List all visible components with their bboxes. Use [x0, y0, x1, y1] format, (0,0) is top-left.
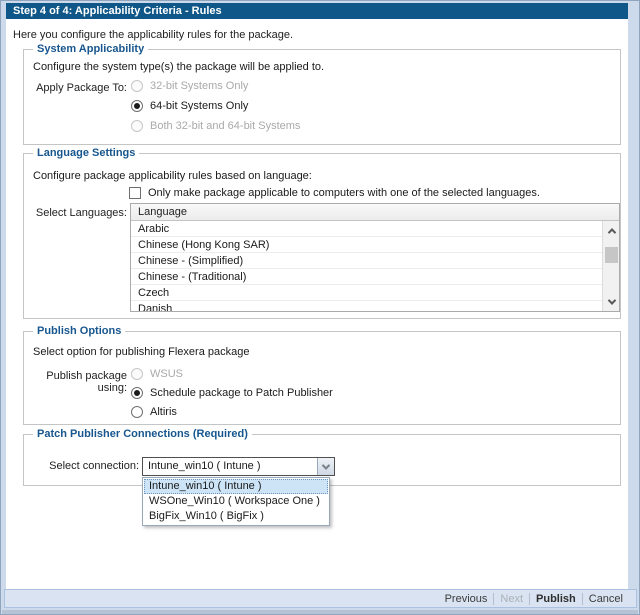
language-filter-checkbox-label: Only make package applicable to computer…: [148, 187, 540, 199]
footer-divider: [529, 593, 530, 605]
dropdown-item-bigfix[interactable]: BigFix_Win10 ( BigFix ): [144, 509, 328, 524]
publish-button[interactable]: Publish: [536, 593, 576, 605]
radio-label-wsus: WSUS: [150, 368, 183, 380]
wizard-title: Step 4 of 4: Applicability Criteria - Ru…: [6, 3, 628, 19]
publish-package-using-label: Publish package using:: [24, 370, 127, 394]
footer-divider: [493, 593, 494, 605]
language-list: Language Arabic Chinese (Hong Kong SAR) …: [130, 203, 620, 312]
radio-label-altiris: Altiris: [150, 406, 177, 418]
group-language-settings: Language Settings Configure package appl…: [23, 153, 621, 319]
language-row-arabic[interactable]: Arabic: [131, 221, 619, 237]
language-list-scrollbar[interactable]: [602, 221, 619, 311]
language-row-chinese-simplified[interactable]: Chinese - (Simplified): [131, 253, 619, 269]
radio-option-64bit[interactable]: 64-bit Systems Only: [131, 100, 248, 112]
language-row-danish[interactable]: Danish: [131, 301, 619, 312]
apply-package-to-label: Apply Package To:: [24, 82, 127, 94]
language-column-header[interactable]: Language: [131, 204, 619, 221]
select-connection-label: Select connection:: [24, 460, 139, 472]
radio-option-altiris[interactable]: Altiris: [131, 406, 177, 418]
system-applicability-description: Configure the system type(s) the package…: [33, 61, 324, 73]
scrollbar-down-button[interactable]: [603, 294, 620, 309]
chevron-up-icon: [607, 228, 615, 236]
group-system-applicability: System Applicability Configure the syste…: [23, 49, 621, 145]
group-patch-publisher-connections: Patch Publisher Connections (Required) S…: [23, 434, 621, 486]
radio-icon-32bit[interactable]: [131, 80, 143, 92]
radio-label-64bit: 64-bit Systems Only: [150, 100, 248, 112]
group-title-system-applicability: System Applicability: [33, 43, 148, 55]
connection-combobox-value: Intune_win10 ( Intune ): [143, 458, 317, 475]
wizard-content: Step 4 of 4: Applicability Criteria - Ru…: [6, 3, 628, 589]
radio-option-wsus[interactable]: WSUS: [131, 368, 183, 380]
radio-icon-64bit[interactable]: [131, 100, 143, 112]
radio-icon-both[interactable]: [131, 120, 143, 132]
previous-button[interactable]: Previous: [445, 593, 488, 605]
cancel-button[interactable]: Cancel: [589, 593, 623, 605]
radio-icon-patch-publisher[interactable]: [131, 387, 143, 399]
footer-divider: [582, 593, 583, 605]
wizard-intro-text: Here you configure the applicability rul…: [13, 29, 293, 41]
dropdown-item-workspace-one[interactable]: WSOne_Win10 ( Workspace One ): [144, 494, 328, 509]
radio-icon-wsus[interactable]: [131, 368, 143, 380]
dropdown-item-intune[interactable]: Intune_win10 ( Intune ): [144, 479, 328, 494]
radio-label-patch-publisher: Schedule package to Patch Publisher: [150, 387, 333, 399]
scrollbar-thumb[interactable]: [605, 247, 618, 263]
connection-combobox-dropdown-button[interactable]: [317, 458, 334, 475]
radio-label-both: Both 32-bit and 64-bit Systems: [150, 120, 300, 132]
footer-bar: Previous Next Publish Cancel: [4, 589, 637, 608]
language-row-czech[interactable]: Czech: [131, 285, 619, 301]
radio-option-32bit[interactable]: 32-bit Systems Only: [131, 80, 248, 92]
radio-option-patch-publisher[interactable]: Schedule package to Patch Publisher: [131, 387, 333, 399]
language-settings-description: Configure package applicability rules ba…: [33, 170, 312, 182]
chevron-down-icon: [607, 296, 615, 304]
next-button: Next: [500, 593, 523, 605]
connection-dropdown-list: Intune_win10 ( Intune ) WSOne_Win10 ( Wo…: [142, 477, 330, 526]
publish-options-description: Select option for publishing Flexera pac…: [33, 346, 249, 358]
language-row-chinese-traditional[interactable]: Chinese - (Traditional): [131, 269, 619, 285]
group-title-patch-publisher-connections: Patch Publisher Connections (Required): [33, 428, 252, 440]
window-bottom-frame: [2, 610, 638, 615]
chevron-down-icon: [322, 461, 330, 469]
select-languages-label: Select Languages:: [24, 207, 127, 219]
group-publish-options: Publish Options Select option for publis…: [23, 331, 621, 425]
group-title-language-settings: Language Settings: [33, 147, 139, 159]
group-title-publish-options: Publish Options: [33, 325, 125, 337]
radio-label-32bit: 32-bit Systems Only: [150, 80, 248, 92]
radio-option-both[interactable]: Both 32-bit and 64-bit Systems: [131, 120, 300, 132]
wizard-window: Step 4 of 4: Applicability Criteria - Ru…: [0, 0, 640, 615]
radio-icon-altiris[interactable]: [131, 406, 143, 418]
language-filter-checkbox-row[interactable]: Only make package applicable to computer…: [129, 187, 540, 199]
scrollbar-up-button[interactable]: [603, 223, 620, 238]
connection-combobox[interactable]: Intune_win10 ( Intune ): [142, 457, 335, 476]
language-row-chinese-hk[interactable]: Chinese (Hong Kong SAR): [131, 237, 619, 253]
checkbox-icon-language-filter[interactable]: [129, 187, 141, 199]
